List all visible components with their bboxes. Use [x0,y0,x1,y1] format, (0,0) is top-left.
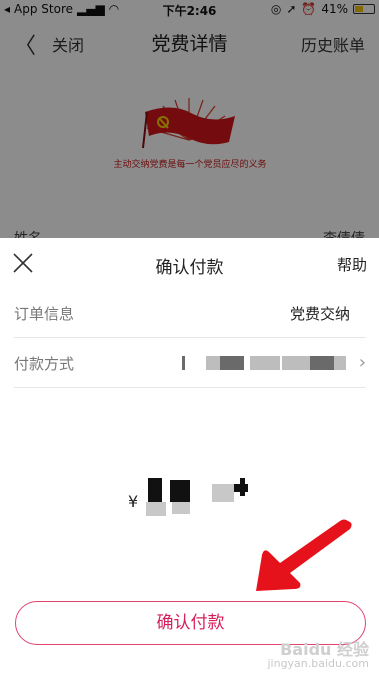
pointing-arrow-icon [256,519,352,591]
payment-method-row[interactable]: 付款方式 › [14,338,366,388]
help-link[interactable]: 帮助 [337,254,367,275]
order-info-row: 订单信息 党费交纳 [14,288,366,338]
payment-sheet: 确认付款 帮助 订单信息 党费交纳 付款方式 › ¥ 确认付款 [0,238,379,677]
masked-amount [172,502,190,514]
masked-text [250,356,280,370]
chevron-right-icon: › [358,352,366,373]
payment-method-label: 付款方式 [14,355,75,373]
order-info-value: 党费交纳 [289,305,350,323]
confirm-payment-button[interactable]: 确认付款 [15,601,366,645]
masked-text [282,356,310,370]
masked-text [182,356,185,370]
masked-amount [170,480,190,502]
masked-amount [240,478,245,496]
masked-amount [212,484,234,502]
watermark-brand: Baidu 经验 [280,640,369,659]
currency-symbol: ¥ [128,492,139,511]
masked-text [310,356,334,370]
masked-amount [146,502,166,516]
sheet-header: 确认付款 帮助 [0,238,379,290]
order-info-label: 订单信息 [14,305,75,323]
sheet-title: 确认付款 [155,258,224,278]
watermark: Baidu 经验 jingyan.baidu.com [267,640,369,671]
watermark-url: jingyan.baidu.com [267,657,369,670]
masked-text [206,356,220,370]
masked-text [334,356,346,370]
payment-amount: ¥ [128,478,268,518]
masked-text [220,356,244,370]
masked-amount [148,478,162,502]
